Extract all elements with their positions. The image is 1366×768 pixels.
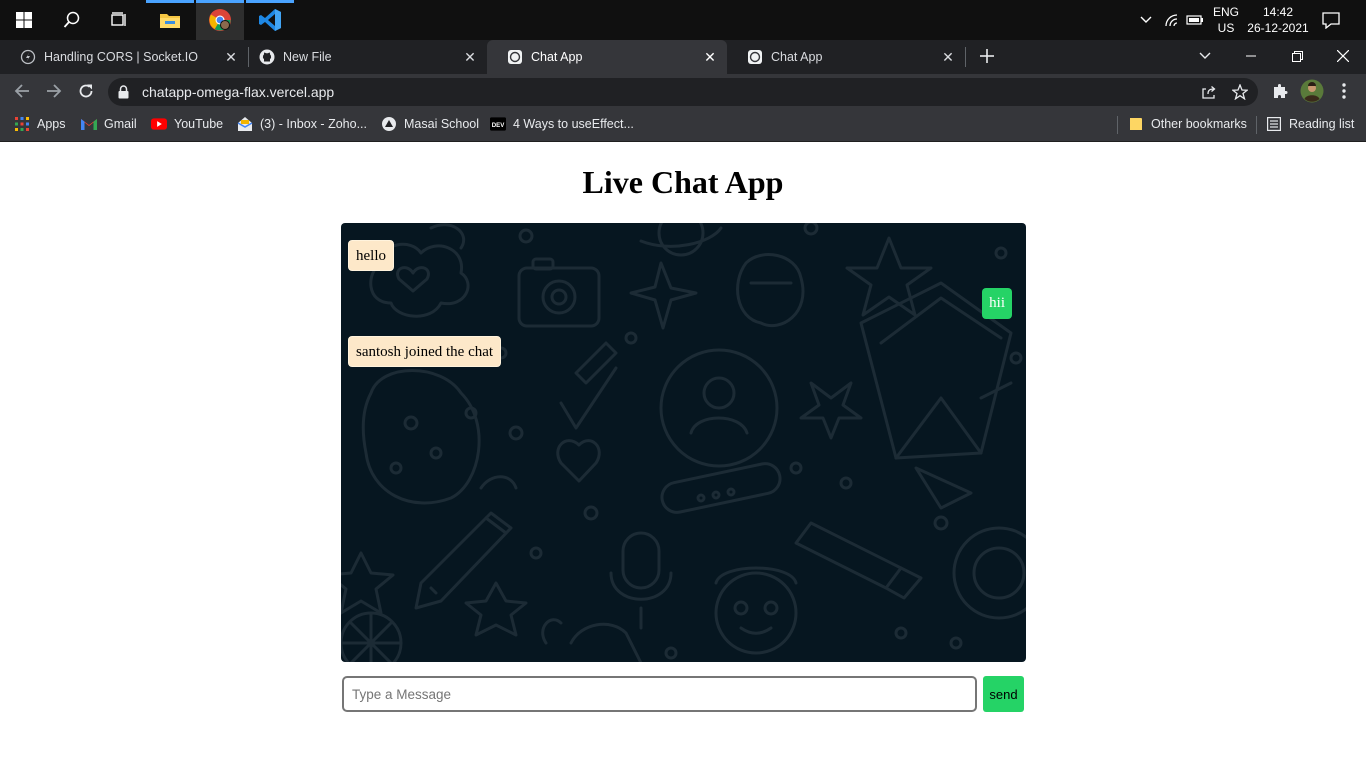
send-button[interactable]: send (983, 676, 1024, 712)
forward-arrow-icon[interactable] (40, 77, 68, 105)
page-title: Live Chat App (582, 164, 784, 200)
region-code: US (1217, 21, 1235, 35)
chevron-up-icon[interactable] (1140, 0, 1154, 40)
minimize-window-icon[interactable] (1228, 40, 1274, 72)
language-indicator[interactable]: ENG US (1210, 4, 1242, 36)
bookmark-label: (3) - Inbox - Zoho... (260, 117, 367, 131)
zoho-mail-icon (237, 116, 253, 132)
windows-start-icon[interactable] (0, 0, 48, 40)
bookmarks-bar: Apps Gmail YouTube (3) - Inbox - Zoho...… (0, 109, 1366, 142)
bookmark-other-folder[interactable]: Other bookmarks (1128, 109, 1247, 139)
close-tab-icon[interactable]: ✕ (222, 48, 240, 66)
bookmark-label: Gmail (104, 117, 137, 131)
profile-avatar[interactable] (1298, 77, 1326, 105)
vscode-icon[interactable] (246, 0, 294, 40)
tab-title: Chat App (771, 50, 823, 64)
close-tab-icon[interactable]: ✕ (461, 48, 479, 66)
tab-title: Chat App (531, 50, 583, 64)
reload-icon[interactable] (72, 77, 100, 105)
address-bar[interactable]: chatapp-omega-flax.vercel.app (108, 78, 1258, 106)
chrome-icon[interactable] (196, 0, 244, 40)
masai-school-icon (381, 116, 397, 132)
new-tab-button[interactable] (964, 40, 1010, 72)
socketio-favicon-icon (20, 49, 36, 65)
browser-toolbar: chatapp-omega-flax.vercel.app (0, 74, 1366, 109)
gmail-icon (81, 116, 97, 132)
tab-chat-app[interactable]: Chat App ✕ (727, 40, 965, 74)
bookmark-youtube[interactable]: YouTube (151, 109, 223, 139)
file-explorer-icon[interactable] (146, 0, 194, 40)
close-tab-icon[interactable]: ✕ (701, 48, 719, 66)
task-view-icon[interactable] (96, 0, 144, 40)
tab-title: Handling CORS | Socket.IO (44, 50, 199, 64)
back-arrow-icon[interactable] (8, 77, 36, 105)
tab-title: New File (283, 50, 332, 64)
search-icon[interactable] (48, 0, 96, 40)
message-input[interactable] (342, 676, 977, 712)
clock[interactable]: 14:42 26-12-2021 (1244, 4, 1312, 36)
bookmarks-divider (1117, 116, 1118, 134)
bookmark-label: Reading list (1289, 117, 1355, 131)
chat-window[interactable]: hello hii santosh joined the chat (341, 223, 1026, 662)
reading-list-button[interactable]: Reading list (1266, 109, 1354, 139)
tab-new-file[interactable]: New File ✕ (239, 40, 487, 74)
page-content: Live Chat App hello hii santosh joined t… (0, 143, 1366, 768)
url-text: chatapp-omega-flax.vercel.app (142, 84, 335, 100)
chat-app-favicon-icon (747, 49, 763, 65)
close-window-icon[interactable] (1320, 40, 1366, 72)
chat-wallpaper-doodles (341, 223, 1026, 662)
tab-search-icon[interactable] (1182, 40, 1228, 72)
bookmarks-divider (1256, 116, 1257, 134)
tab-chat-app-active[interactable]: Chat App ✕ (487, 40, 727, 74)
bookmark-label: Apps (37, 117, 66, 131)
wifi-icon[interactable] (1164, 0, 1182, 40)
bookmark-dev-useeffect[interactable]: DEV 4 Ways to useEffect... (490, 109, 634, 139)
tab-socketio[interactable]: Handling CORS | Socket.IO ✕ (0, 40, 248, 74)
bookmark-zoho-inbox[interactable]: (3) - Inbox - Zoho... (237, 109, 367, 139)
chat-app-favicon-icon (507, 49, 523, 65)
bookmark-label: Masai School (404, 117, 480, 131)
bookmark-label: 4 Ways to useEffect... (513, 117, 634, 131)
reading-list-icon (1266, 116, 1282, 132)
chat-system-message: santosh joined the chat (348, 336, 502, 367)
share-icon[interactable] (1200, 84, 1216, 100)
dev-icon: DEV (490, 116, 506, 132)
chat-message-received: hello (348, 240, 394, 271)
notification-icon[interactable] (1322, 0, 1344, 40)
clock-time: 14:42 (1262, 5, 1294, 19)
bookmark-masai-school[interactable]: Masai School (381, 109, 479, 139)
bookmark-apps[interactable]: Apps (14, 109, 66, 139)
bookmark-star-icon[interactable] (1232, 84, 1248, 100)
more-menu-icon[interactable] (1330, 77, 1358, 105)
battery-icon[interactable] (1186, 0, 1206, 40)
github-favicon-icon (259, 49, 275, 65)
chat-message-sent: hii (982, 288, 1012, 319)
bookmark-label: Other bookmarks (1151, 117, 1247, 131)
windows-taskbar: ENG US 14:42 26-12-2021 (0, 0, 1366, 40)
clock-date: 26-12-2021 (1247, 21, 1309, 35)
extensions-icon[interactable] (1266, 77, 1294, 105)
svg-text:DEV: DEV (492, 122, 505, 129)
youtube-icon (151, 116, 167, 132)
bookmark-label: YouTube (174, 117, 224, 131)
bookmark-gmail[interactable]: Gmail (81, 109, 137, 139)
language-code: ENG (1212, 5, 1239, 19)
lock-icon[interactable] (118, 85, 129, 104)
restore-window-icon[interactable] (1274, 40, 1320, 72)
apps-grid-icon (14, 116, 30, 132)
close-tab-icon[interactable]: ✕ (939, 48, 957, 66)
folder-icon (1128, 116, 1144, 132)
